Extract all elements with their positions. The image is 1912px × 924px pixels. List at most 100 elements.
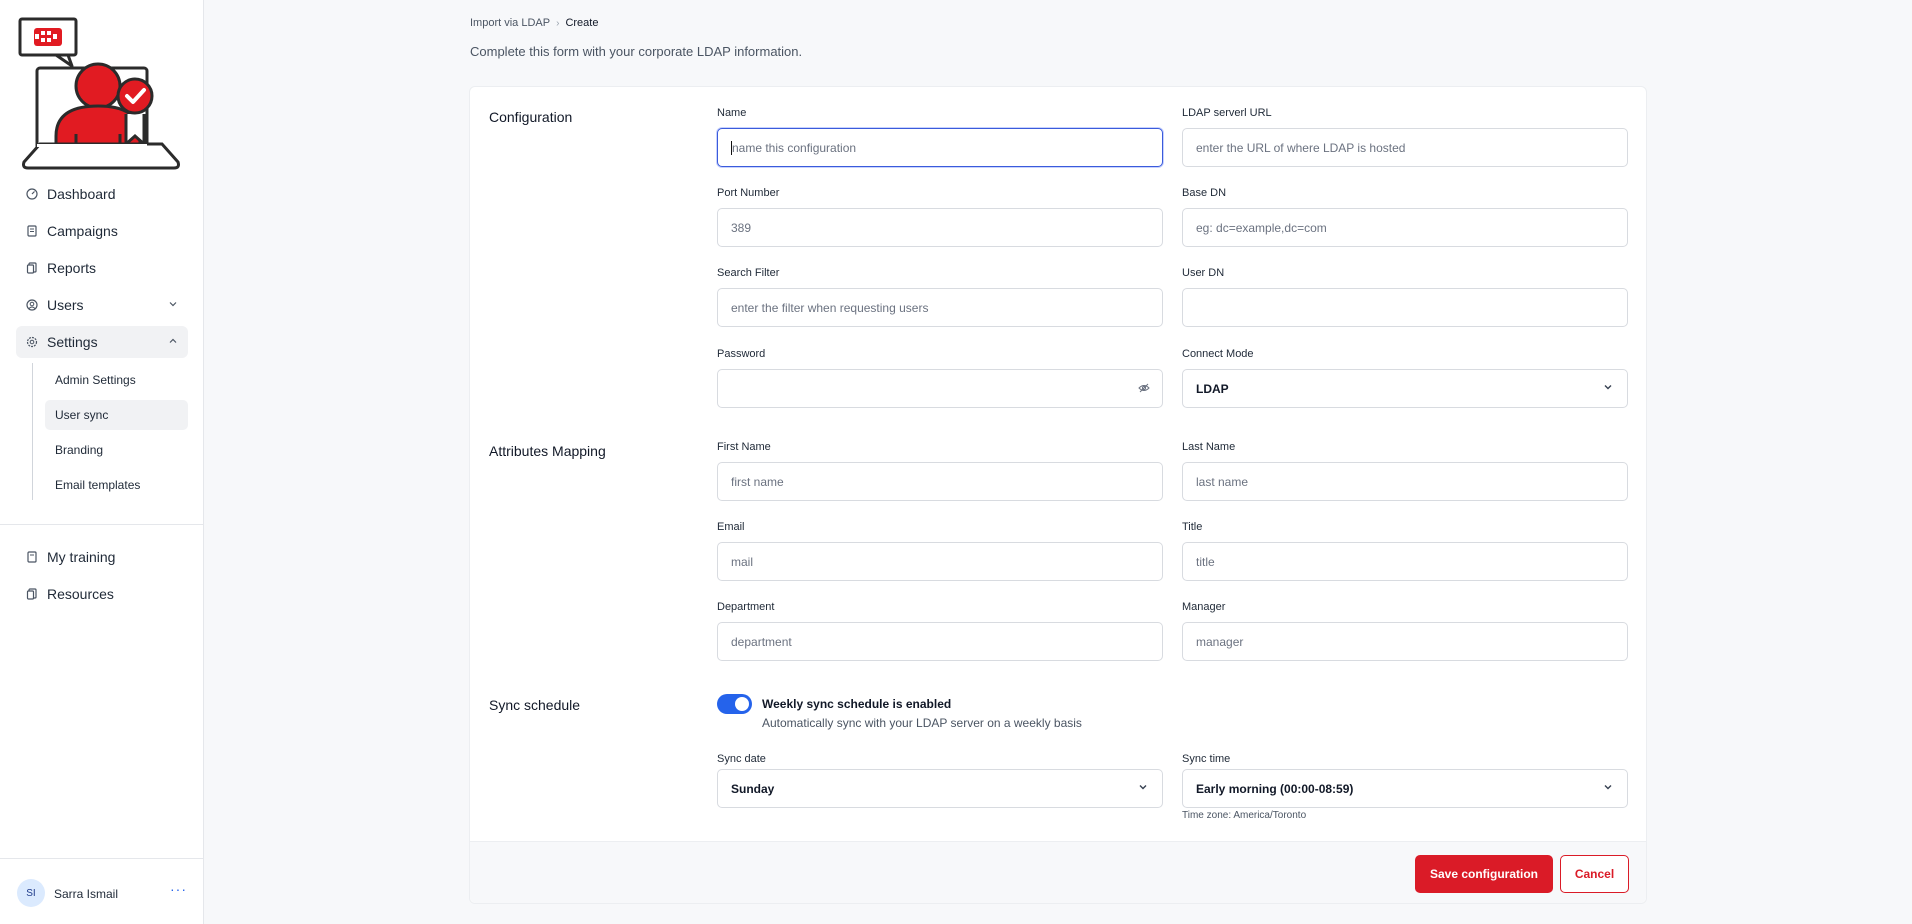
manager-label: Manager xyxy=(1182,601,1226,613)
subnav-item-branding[interactable]: Branding xyxy=(45,435,188,465)
title-label: Title xyxy=(1182,521,1203,533)
department-label: Department xyxy=(717,601,775,613)
breadcrumb-current: Create xyxy=(565,17,599,29)
avatar[interactable]: SI xyxy=(17,879,45,907)
settings-subnav: Admin Settings User sync Branding Email … xyxy=(32,363,188,500)
base-dn-placeholder: eg: dc=example,dc=com xyxy=(1196,220,1327,235)
connect-mode-label: Connect Mode xyxy=(1182,348,1254,360)
email-label: Email xyxy=(717,521,745,533)
department-placeholder: department xyxy=(731,634,792,649)
email-placeholder: mail xyxy=(731,554,754,569)
manager-input[interactable]: manager xyxy=(1182,622,1628,661)
sync-date-label: Sync date xyxy=(717,753,766,765)
nav-item-reports[interactable]: Reports xyxy=(16,252,188,284)
nav-label: Dashboard xyxy=(47,186,116,202)
port-label: Port Number xyxy=(717,187,780,199)
sync-time-label: Sync time xyxy=(1182,753,1231,765)
breadcrumb: Import via LDAP › Create xyxy=(470,17,598,29)
sync-schedule-title: Weekly sync schedule is enabled xyxy=(762,697,952,711)
sync-date-select[interactable]: Sunday xyxy=(717,769,1163,808)
sidebar: Dashboard Campaigns Reports Users Settin… xyxy=(0,0,204,924)
section-title-configuration: Configuration xyxy=(489,109,573,125)
subnav-item-user-sync[interactable]: User sync xyxy=(45,400,188,430)
chevron-up-icon xyxy=(168,336,178,349)
sync-time-select[interactable]: Early morning (00:00-08:59) xyxy=(1182,769,1628,808)
nav-label: Resources xyxy=(47,586,114,602)
sync-schedule-description: Automatically sync with your LDAP server… xyxy=(762,716,1082,730)
connect-mode-select[interactable]: LDAP xyxy=(1182,369,1628,408)
password-input[interactable] xyxy=(717,369,1163,408)
title-placeholder: title xyxy=(1196,554,1215,569)
search-filter-placeholder: enter the filter when requesting users xyxy=(731,300,929,315)
chevron-down-icon xyxy=(1137,781,1149,796)
section-title-attributes: Attributes Mapping xyxy=(489,443,606,459)
subnav-item-admin-settings[interactable]: Admin Settings xyxy=(45,365,188,395)
nav-item-users[interactable]: Users xyxy=(16,289,188,321)
page-subtitle: Complete this form with your corporate L… xyxy=(470,44,803,59)
department-input[interactable]: department xyxy=(717,622,1163,661)
settings-icon xyxy=(26,336,38,348)
more-options-icon[interactable]: ··· xyxy=(170,881,187,897)
search-filter-input[interactable]: enter the filter when requesting users xyxy=(717,288,1163,327)
last-name-input[interactable]: last name xyxy=(1182,462,1628,501)
sync-date-value: Sunday xyxy=(731,781,775,796)
ldap-url-input[interactable]: enter the URL of where LDAP is hosted xyxy=(1182,128,1628,167)
last-name-placeholder: last name xyxy=(1196,474,1249,489)
eye-off-icon[interactable] xyxy=(1138,382,1150,397)
title-input[interactable]: title xyxy=(1182,542,1628,581)
chevron-down-icon xyxy=(1602,381,1614,396)
user-dn-input[interactable] xyxy=(1182,288,1628,327)
sidebar-divider xyxy=(0,524,204,525)
timezone-note: Time zone: America/Toronto xyxy=(1182,810,1307,821)
name-input[interactable]: name this configuration xyxy=(717,128,1163,167)
connect-mode-value: LDAP xyxy=(1196,381,1229,396)
campaigns-icon xyxy=(26,225,38,237)
nav-label: Campaigns xyxy=(47,223,118,239)
nav-item-campaigns[interactable]: Campaigns xyxy=(16,215,188,247)
users-icon xyxy=(26,299,38,311)
chevron-down-icon xyxy=(168,299,178,312)
subnav-item-email-templates[interactable]: Email templates xyxy=(45,470,188,500)
nav-label: Reports xyxy=(47,260,97,276)
last-name-label: Last Name xyxy=(1182,441,1236,453)
nav-label: My training xyxy=(47,549,116,565)
port-placeholder: 389 xyxy=(731,220,752,235)
name-placeholder: name this configuration xyxy=(732,140,857,155)
port-input[interactable]: 389 xyxy=(717,208,1163,247)
sync-time-value: Early morning (00:00-08:59) xyxy=(1196,781,1354,796)
toggle-knob xyxy=(735,697,749,711)
brand-logo xyxy=(18,17,180,170)
dashboard-icon xyxy=(26,188,38,200)
nav-item-resources[interactable]: Resources xyxy=(16,578,188,610)
nav-item-settings[interactable]: Settings xyxy=(16,326,188,358)
nav-item-dashboard[interactable]: Dashboard xyxy=(16,178,188,210)
search-filter-label: Search Filter xyxy=(717,267,780,279)
nav-label: Settings xyxy=(47,334,98,350)
base-dn-input[interactable]: eg: dc=example,dc=com xyxy=(1182,208,1628,247)
first-name-placeholder: first name xyxy=(731,474,784,489)
secondary-nav: My training Resources xyxy=(16,541,188,615)
breadcrumb-separator-icon: › xyxy=(556,17,560,29)
breadcrumb-parent[interactable]: Import via LDAP xyxy=(470,17,550,29)
ldap-url-placeholder: enter the URL of where LDAP is hosted xyxy=(1196,140,1406,155)
manager-placeholder: manager xyxy=(1196,634,1244,649)
nav-item-my-training[interactable]: My training xyxy=(16,541,188,573)
email-input[interactable]: mail xyxy=(717,542,1163,581)
main-nav: Dashboard Campaigns Reports Users Settin… xyxy=(16,178,188,505)
resources-icon xyxy=(26,588,38,600)
reports-icon xyxy=(26,262,38,274)
cancel-button[interactable]: Cancel xyxy=(1560,855,1629,893)
nav-label: Users xyxy=(47,297,84,313)
first-name-input[interactable]: first name xyxy=(717,462,1163,501)
sync-schedule-toggle[interactable] xyxy=(717,694,752,714)
first-name-label: First Name xyxy=(717,441,771,453)
user-panel: SI Sarra Ismail ··· xyxy=(0,858,204,924)
user-name: Sarra Ismail xyxy=(54,887,119,901)
ldap-url-label: LDAP serverl URL xyxy=(1182,107,1272,119)
chevron-down-icon xyxy=(1602,781,1614,796)
user-dn-label: User DN xyxy=(1182,267,1225,279)
save-configuration-button[interactable]: Save configuration xyxy=(1415,855,1553,893)
training-icon xyxy=(26,551,38,563)
password-label: Password xyxy=(717,348,766,360)
section-title-schedule: Sync schedule xyxy=(489,697,581,713)
